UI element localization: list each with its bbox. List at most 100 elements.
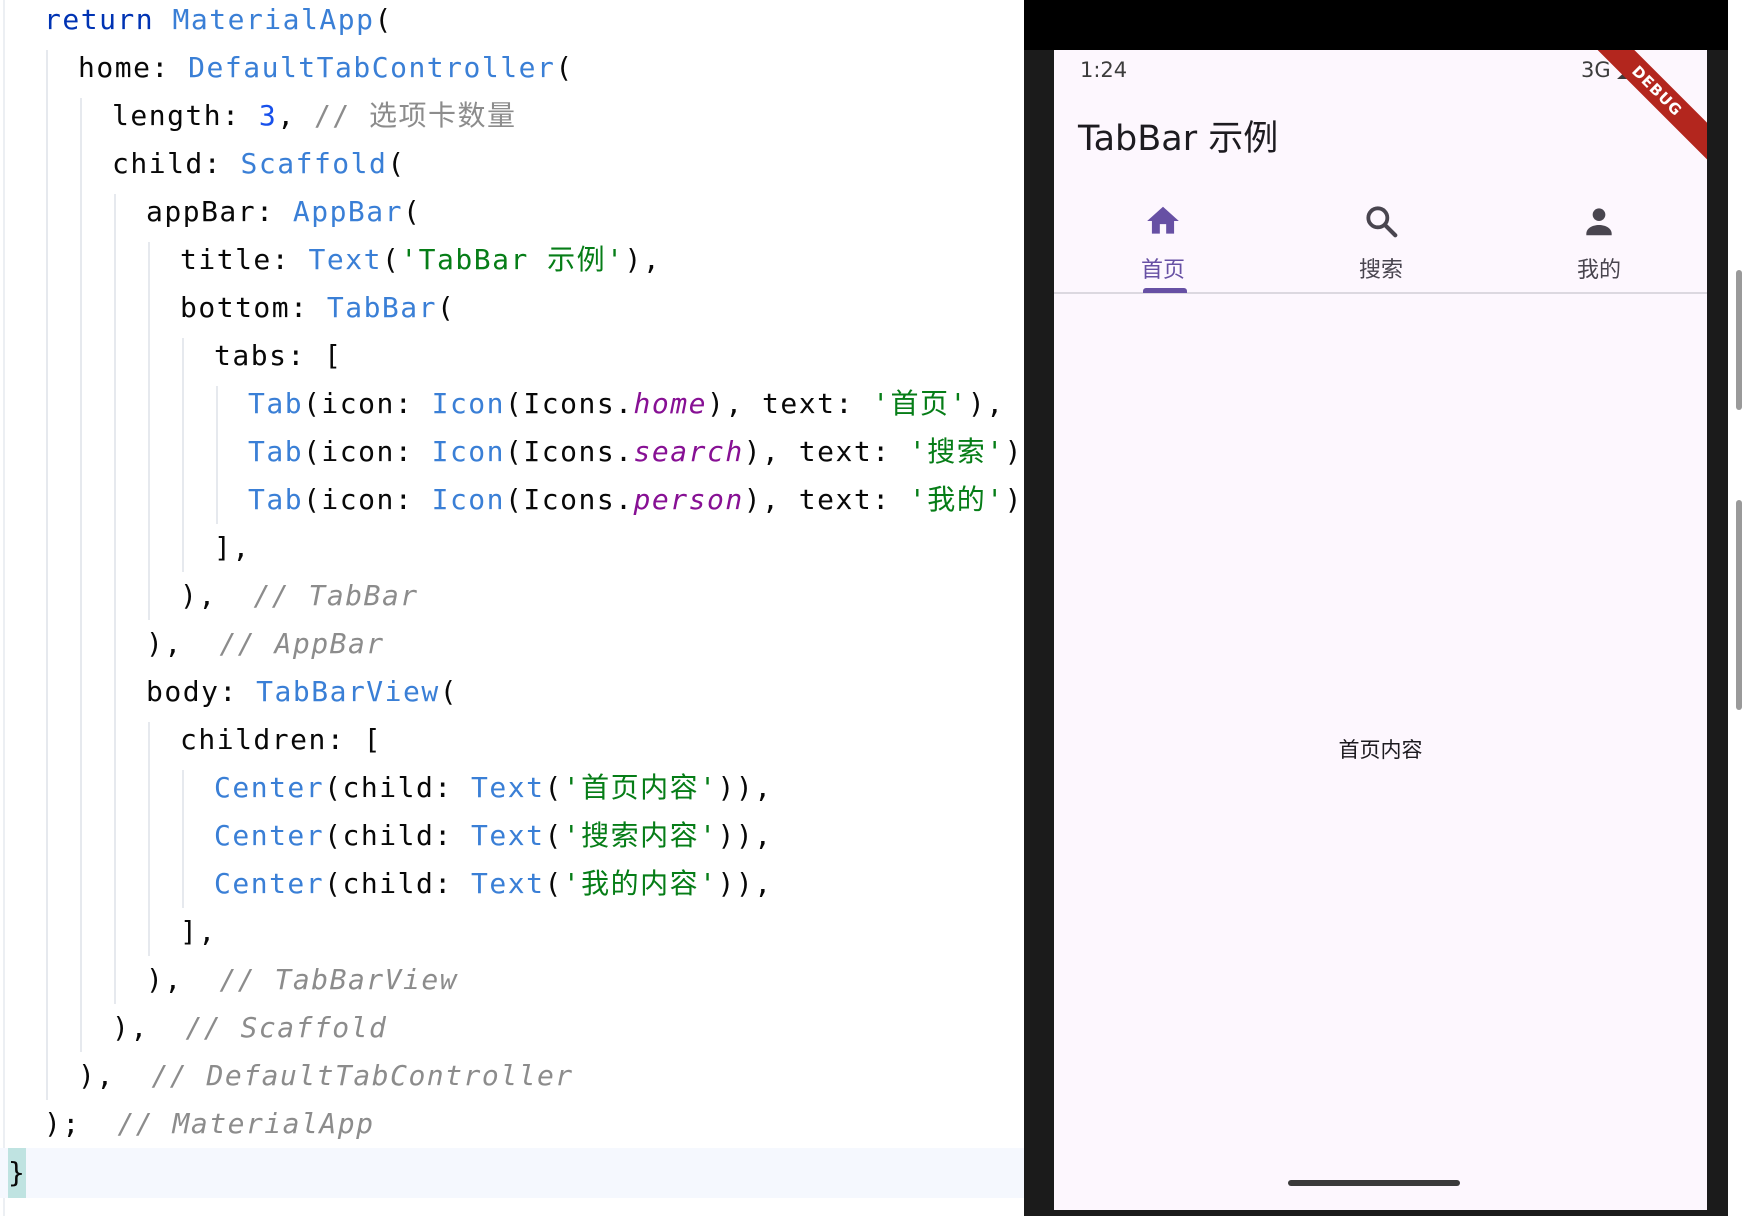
code-line[interactable]: bottom: TabBar( — [180, 284, 455, 332]
code-line[interactable]: ), // Scaffold — [112, 1004, 387, 1052]
code-line[interactable]: Tab(icon: Icon(Icons.home), text: '首页'), — [248, 380, 1005, 428]
code-token: '搜索内容' — [562, 819, 718, 852]
code-token: Text — [471, 771, 545, 804]
volume-button[interactable] — [1736, 270, 1742, 410]
code-line[interactable]: Center(child: Text('搜索内容')), — [214, 812, 773, 860]
code-token: // 选项卡数量 — [313, 99, 517, 132]
code-token: Tab — [248, 387, 304, 420]
code-line[interactable]: ), // AppBar — [146, 620, 385, 668]
tab-body-content: 首页内容 — [1338, 738, 1423, 762]
code-token: length: — [112, 99, 259, 132]
code-line[interactable]: return MaterialApp( — [44, 0, 393, 44]
code-token: ), — [112, 1011, 186, 1044]
code-token: return — [44, 3, 173, 36]
code-line[interactable]: children: [ — [180, 716, 382, 764]
code-token: (Icons. — [505, 387, 634, 420]
code-token: (icon: — [303, 435, 432, 468]
code-token: child: — [112, 147, 241, 180]
code-line[interactable]: length: 3, // 选项卡数量 — [112, 92, 517, 140]
network-type: 3G — [1581, 58, 1611, 82]
code-token: home: — [78, 51, 189, 84]
code-line[interactable]: Center(child: Text('首页内容')), — [214, 764, 773, 812]
code-token: (icon: — [303, 483, 432, 516]
code-token: (Icons. — [505, 483, 634, 516]
code-line[interactable]: ), // TabBarView — [146, 956, 458, 1004]
code-token: search — [633, 435, 744, 468]
code-line[interactable]: body: TabBarView( — [146, 668, 458, 716]
tab-home[interactable]: 首页 — [1054, 190, 1272, 342]
code-token: 'TabBar 示例' — [400, 243, 625, 276]
code-token: TabBar — [326, 291, 438, 324]
code-line[interactable]: Center(child: Text('我的内容')), — [214, 860, 773, 908]
status-time: 1:24 — [1080, 58, 1128, 82]
code-token: title: — [180, 243, 309, 276]
code-line[interactable]: ], — [214, 524, 251, 572]
code-line[interactable]: ], — [180, 908, 217, 956]
code-token: ( — [437, 291, 456, 324]
code-token: ), — [967, 387, 1005, 420]
code-token: ], — [180, 915, 217, 948]
code-line[interactable]: Tab(icon: Icon(Icons.person), text: '我的'… — [248, 476, 1024, 524]
code-line[interactable]: child: Scaffold( — [112, 140, 406, 188]
code-token: )), — [717, 771, 773, 804]
indent-guide — [46, 50, 48, 1100]
code-token: Center — [214, 771, 325, 804]
code-line[interactable]: home: DefaultTabController( — [78, 44, 574, 92]
tab-search[interactable]: 搜索 — [1272, 190, 1490, 342]
code-editor[interactable]: return MaterialApp(home: DefaultTabContr… — [0, 0, 1024, 1216]
code-token: ( — [544, 819, 563, 852]
tab-label: 搜索 — [1358, 258, 1403, 283]
code-token: ( — [381, 243, 401, 276]
code-token: '我的内容' — [562, 867, 718, 900]
code-line[interactable]: Tab(icon: Icon(Icons.search), text: '搜索'… — [248, 428, 1024, 476]
code-token: Tab — [248, 435, 304, 468]
code-token: Center — [214, 819, 325, 852]
code-token: 3 — [258, 99, 278, 132]
code-token: // TabBar — [253, 579, 419, 612]
tab-label: 首页 — [1140, 258, 1185, 283]
current-line-highlight — [0, 1148, 1024, 1198]
code-token: (icon: — [303, 387, 432, 420]
code-token: person — [633, 483, 744, 516]
code-token: Icon — [431, 435, 506, 468]
code-token: '我的' — [908, 483, 1005, 516]
code-token: appBar: — [146, 195, 293, 228]
tab-profile[interactable]: 我的 — [1490, 190, 1707, 342]
code-line[interactable]: appBar: AppBar( — [146, 188, 421, 236]
code-token: tabs: [ — [214, 339, 343, 372]
home-indicator[interactable] — [1288, 1180, 1460, 1186]
code-line[interactable]: title: Text('TabBar 示例'), — [180, 236, 661, 284]
code-line[interactable]: ); // MaterialApp — [44, 1100, 374, 1148]
code-token: // DefaultTabController — [151, 1059, 574, 1092]
code-line[interactable]: tabs: [ — [214, 332, 343, 380]
code-token: (child: — [324, 771, 472, 804]
code-token: TabBarView — [256, 675, 440, 708]
code-token: ); — [44, 1107, 118, 1140]
code-line[interactable]: ), // TabBar — [180, 572, 419, 620]
indent-guide — [148, 722, 150, 956]
tab-label: 我的 — [1576, 258, 1621, 283]
code-token: ( — [544, 771, 563, 804]
code-token: )), — [717, 867, 773, 900]
appbar-title: TabBar 示例 — [1078, 119, 1279, 159]
code-token: ), — [78, 1059, 152, 1092]
code-token: // TabBarView — [219, 963, 459, 996]
closing-brace[interactable]: } — [8, 1150, 25, 1196]
code-token: '首页' — [872, 387, 968, 420]
indent-guide — [182, 338, 184, 572]
code-token: ( — [555, 51, 574, 84]
phone-bezel-top — [1024, 0, 1728, 50]
code-token: ( — [403, 195, 422, 228]
indent-guide — [114, 194, 116, 1004]
code-token: home — [633, 387, 707, 420]
power-button[interactable] — [1736, 500, 1742, 710]
code-line[interactable]: ), // DefaultTabController — [78, 1052, 574, 1100]
indent-guide — [148, 242, 150, 620]
code-token: body: — [146, 675, 257, 708]
code-token: Text — [471, 867, 545, 900]
home-icon — [1147, 206, 1179, 234]
phone-screen[interactable]: 1:24 3G DEBUG TabBar 示例 首页 搜索 我的 首页内容 — [1054, 50, 1707, 1210]
code-token: ], — [214, 531, 251, 564]
code-token: '首页内容' — [562, 771, 718, 804]
gutter-edge — [3, 0, 5, 1216]
